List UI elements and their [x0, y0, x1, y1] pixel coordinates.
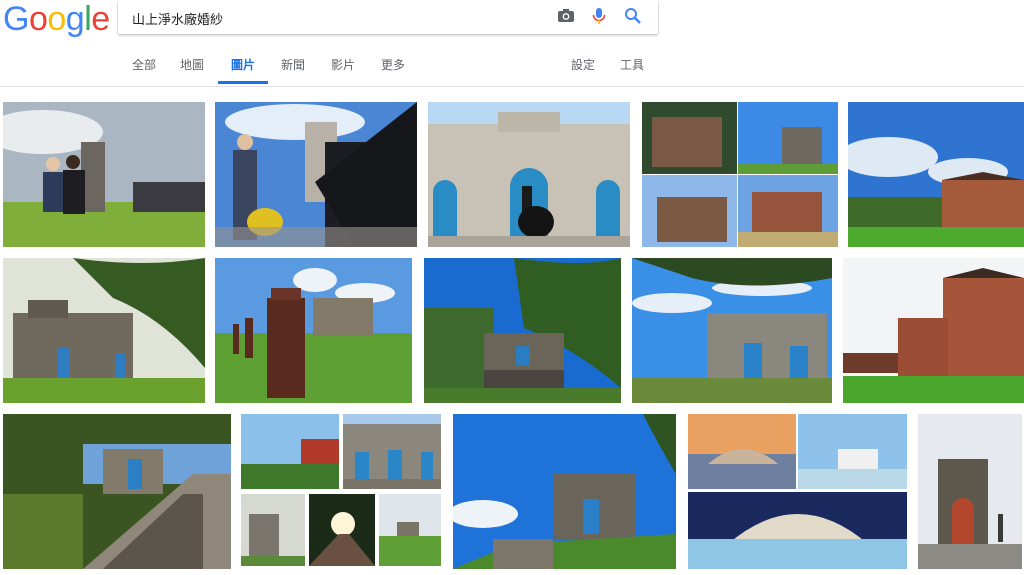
- image-result-fort-under-tree[interactable]: [3, 258, 205, 403]
- logo-letter: l: [84, 0, 92, 38]
- image-result-stone-blue-doors-small[interactable]: [343, 414, 441, 489]
- image-result-couple-black-fabric[interactable]: [215, 102, 417, 247]
- google-logo[interactable]: Google: [3, 0, 110, 39]
- logo-letter: o: [28, 0, 48, 38]
- image-result-couple-kiss-field[interactable]: [3, 102, 205, 247]
- image-result-red-brick-building[interactable]: [848, 102, 1024, 247]
- tab-videos[interactable]: 影片: [331, 56, 355, 73]
- tab-maps[interactable]: 地圖: [180, 56, 204, 73]
- settings-link[interactable]: 設定: [571, 56, 595, 73]
- search-icon[interactable]: [623, 6, 643, 26]
- tools-link[interactable]: 工具: [620, 56, 644, 73]
- camera-icon[interactable]: [556, 6, 576, 26]
- image-result-iron-posts-lawn[interactable]: [215, 258, 412, 403]
- search-tabs: 全部 地圖 圖片 新聞 影片 更多 設定 工具: [0, 50, 1024, 86]
- tab-all[interactable]: 全部: [132, 56, 156, 73]
- image-result-field-ruin[interactable]: [379, 494, 441, 566]
- results-header: Google 山上淨水廠婚紗 全部 地圖 圖片 新聞 影片 更多 設定 工具: [0, 0, 1024, 87]
- image-result-ruin-blue-sky[interactable]: [632, 258, 832, 403]
- search-box[interactable]: 山上淨水廠婚紗: [118, 0, 658, 34]
- image-result-fort-wide-angle[interactable]: [453, 414, 676, 569]
- image-result-stone-stairs[interactable]: [3, 414, 231, 569]
- search-input[interactable]: 山上淨水廠婚紗: [132, 9, 223, 28]
- image-result-red-door-gate[interactable]: [918, 414, 1022, 569]
- image-result-red-brick-halls[interactable]: [843, 258, 1024, 403]
- logo-letter: o: [47, 0, 66, 38]
- logo-letter: g: [65, 0, 85, 38]
- logo-letter: e: [91, 0, 110, 38]
- tab-more[interactable]: 更多: [381, 56, 405, 73]
- active-tab-indicator: [218, 81, 268, 84]
- tab-images[interactable]: 圖片: [231, 56, 255, 73]
- tab-news[interactable]: 新聞: [281, 56, 305, 73]
- image-result-stone-facade-blue-doors[interactable]: [428, 102, 630, 247]
- image-result-red-wall-tree[interactable]: [241, 414, 339, 489]
- image-result-palace-fountain-collage[interactable]: [688, 414, 907, 569]
- logo-letter: G: [3, 0, 29, 38]
- image-result-gate-mono[interactable]: [241, 494, 305, 566]
- microphone-icon[interactable]: [589, 6, 609, 26]
- image-result-sunlit-steps[interactable]: [309, 494, 375, 566]
- image-result-stone-building-trees[interactable]: [424, 258, 621, 403]
- image-result-collage-ruins[interactable]: [642, 102, 838, 247]
